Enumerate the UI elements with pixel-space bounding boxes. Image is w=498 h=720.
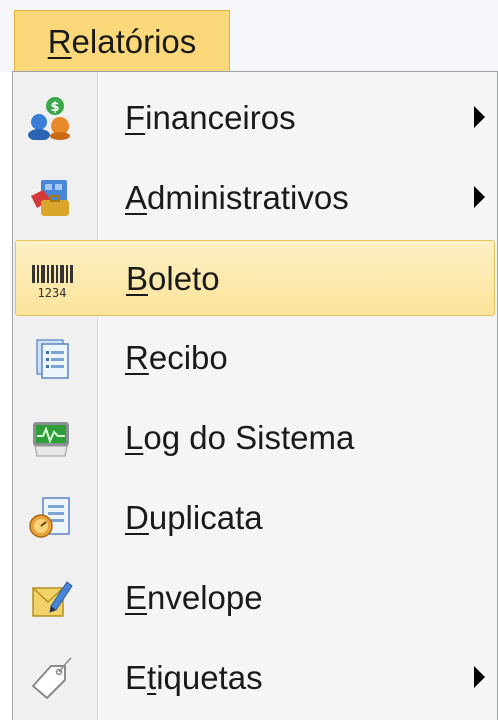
relatorios-dropdown: $ Financeiros Administrativos 1234 Bolet… [12,71,498,720]
menu-title-rest: elatórios [71,22,197,60]
menu-title-mnemonic: R [47,22,72,60]
tag-label-icon [27,656,75,700]
duplicate-document-icon [27,496,75,540]
menu-item-label: Envelope [125,579,263,616]
menu-item-administrativos[interactable]: Administrativos [15,160,495,236]
svg-text:$: $ [50,100,59,115]
menu-relatorios[interactable]: Relatórios [14,10,230,72]
menu-item-label: Log do Sistema [125,419,355,456]
submenu-arrow-icon [474,666,485,688]
menu-item-envelope[interactable]: Envelope [15,560,495,636]
barcode-icon: 1234 [28,257,76,301]
svg-text:1234: 1234 [38,286,67,300]
menu-item-etiquetas[interactable]: Etiquetas [15,640,495,716]
menu-item-label: Administrativos [125,179,349,216]
menu-item-label: Etiquetas [125,659,263,696]
admin-briefcase-icon [27,176,75,220]
envelope-edit-icon [27,576,75,620]
menu-item-label: Boleto [126,260,220,297]
menu-item-boleto[interactable]: 1234 Boleto [15,240,495,316]
menu-item-log-do-sistema[interactable]: Log do Sistema [15,400,495,476]
menu-item-label: Recibo [125,339,228,376]
menu-item-recibo[interactable]: Recibo [15,320,495,396]
menu-item-label: Financeiros [125,99,296,136]
submenu-arrow-icon [474,106,485,128]
receipt-document-icon [27,336,75,380]
money-users-icon: $ [27,96,75,140]
menu-item-duplicata[interactable]: Duplicata [15,480,495,556]
menu-item-financeiros[interactable]: $ Financeiros [15,80,495,156]
menu-item-label: Duplicata [125,499,263,536]
system-log-monitor-icon [27,416,75,460]
submenu-arrow-icon [474,186,485,208]
